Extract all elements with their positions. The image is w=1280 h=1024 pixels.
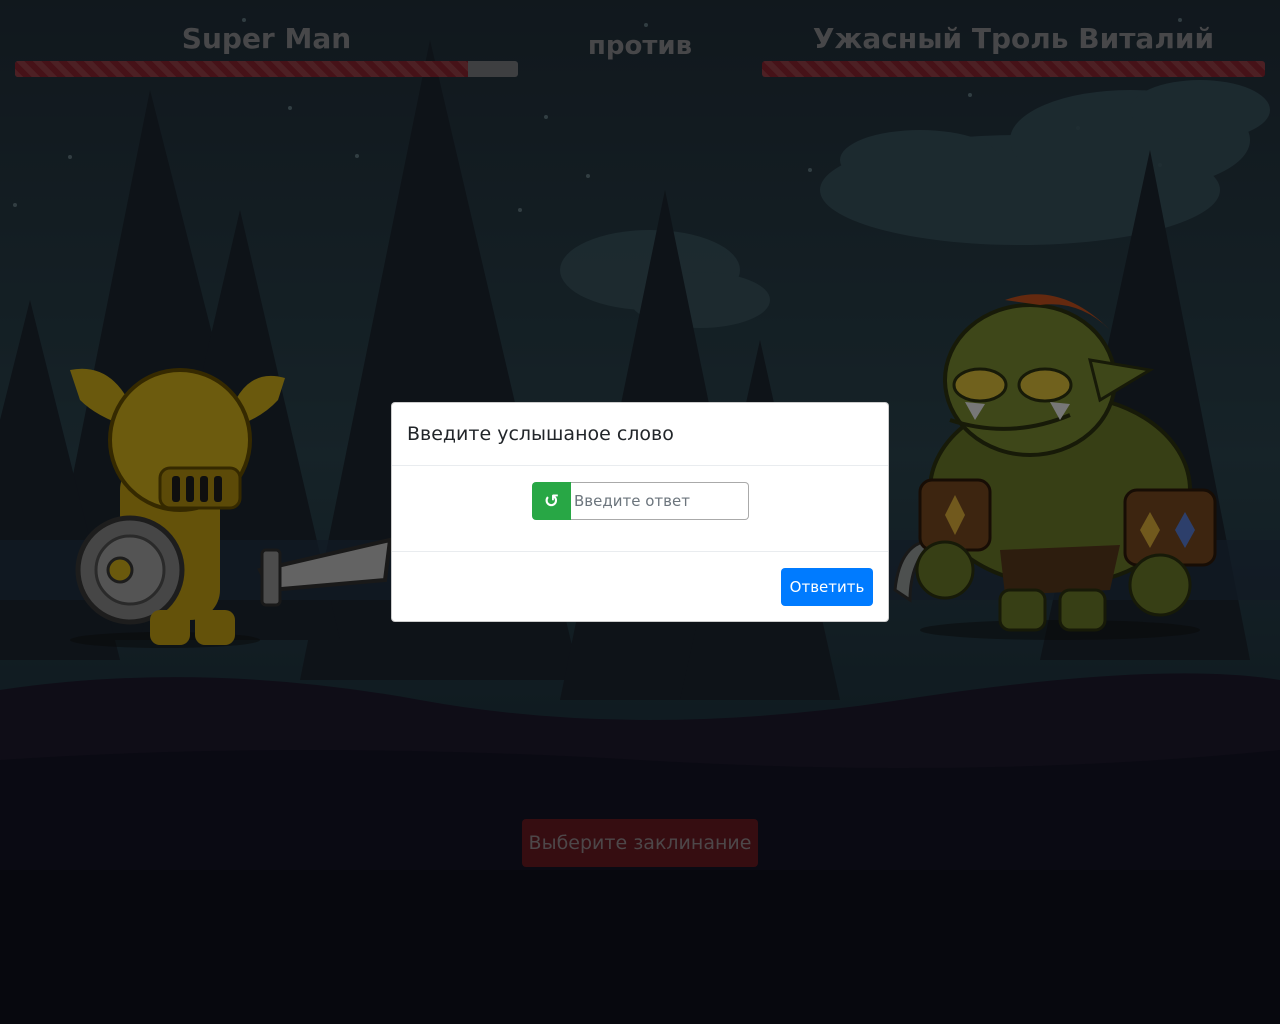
dialog-body: ↺: [392, 466, 888, 552]
answer-input[interactable]: [571, 482, 749, 520]
dialog-header: Введите услышаное слово: [392, 403, 888, 466]
answer-dialog: Введите услышаное слово ↺ Ответить: [391, 402, 889, 622]
dialog-title: Введите услышаное слово: [407, 423, 674, 445]
dialog-footer: Ответить: [392, 552, 888, 622]
replay-icon: ↺: [543, 490, 560, 512]
answer-input-group: ↺: [532, 482, 749, 520]
replay-sound-button[interactable]: ↺: [532, 482, 571, 520]
submit-answer-button[interactable]: Ответить: [781, 568, 873, 606]
